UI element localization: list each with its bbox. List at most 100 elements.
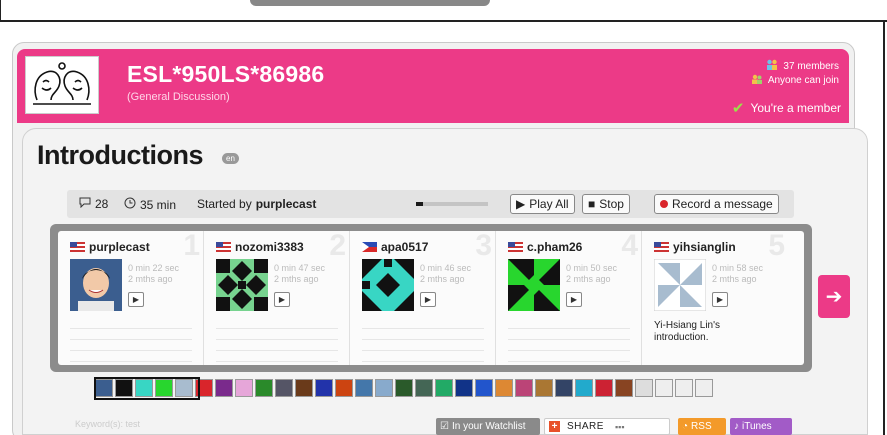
record-message-button[interactable]: Record a message xyxy=(654,194,779,214)
members-count: 37 members xyxy=(783,60,839,72)
play-all-button[interactable]: ▶ Play All xyxy=(510,194,575,214)
message-thumbnail[interactable] xyxy=(575,379,593,397)
us-flag-icon xyxy=(508,242,523,252)
arrow-right-icon: ➔ xyxy=(825,286,843,308)
rss-label: RSS xyxy=(691,421,712,432)
message-thumbnail[interactable] xyxy=(335,379,353,397)
message-thumbnail[interactable] xyxy=(475,379,493,397)
pattern-avatar[interactable] xyxy=(508,259,560,311)
message-thumbnail[interactable] xyxy=(275,379,293,397)
card-duration: 0 min 50 sec xyxy=(566,263,618,273)
message-thumbnail[interactable] xyxy=(295,379,313,397)
share-plus-icon: + xyxy=(549,421,560,432)
card-lines xyxy=(508,318,630,362)
card-meta: 0 min 22 sec 2 mths ago xyxy=(128,263,179,285)
window-left-border xyxy=(0,0,1,22)
card-username: c.pham26 xyxy=(527,240,583,254)
message-thumbnail[interactable] xyxy=(535,379,553,397)
language-badge: en xyxy=(222,153,239,164)
visible-range-selector[interactable] xyxy=(94,377,200,400)
clock-icon xyxy=(124,197,136,212)
card-user[interactable]: yihsianglin xyxy=(654,240,736,254)
card-lines xyxy=(70,318,192,362)
speech-bubble-icon xyxy=(79,197,91,211)
message-thumbnail[interactable] xyxy=(215,379,233,397)
message-thumbnail[interactable] xyxy=(255,379,273,397)
card-user[interactable]: purplecast xyxy=(70,240,150,254)
stop-button[interactable]: ■ Stop xyxy=(582,194,630,214)
message-thumbnail[interactable] xyxy=(595,379,613,397)
us-flag-icon xyxy=(654,242,669,252)
card-meta: 0 min 58 sec 2 mths ago xyxy=(712,263,763,285)
message-card[interactable]: 1 purplecast 0 min 22 sec 2 mths ago ▶ xyxy=(58,229,204,365)
message-thumbnail[interactable] xyxy=(495,379,513,397)
started-by-user[interactable]: purplecast xyxy=(256,197,317,211)
keywords-text: Keyword(s): test xyxy=(75,419,141,429)
us-flag-icon xyxy=(216,242,231,252)
card-username: apa0517 xyxy=(381,240,429,254)
message-thumbnail[interactable] xyxy=(355,379,373,397)
window-right-border xyxy=(883,20,885,435)
pattern-avatar[interactable] xyxy=(216,259,268,311)
card-username: yihsianglin xyxy=(673,240,736,254)
card-age: 2 mths ago xyxy=(566,274,611,284)
play-all-label: Play All xyxy=(529,197,569,211)
card-play-button[interactable]: ▶ xyxy=(712,292,728,307)
message-count: 28 xyxy=(79,197,108,211)
page-title: Introductions xyxy=(37,140,203,170)
message-thumbnail[interactable] xyxy=(395,379,413,397)
message-thumbnail[interactable] xyxy=(455,379,473,397)
card-user[interactable]: nozomi3383 xyxy=(216,240,304,254)
stop-label: Stop xyxy=(599,197,624,211)
pattern-avatar[interactable] xyxy=(362,259,414,311)
message-thumbnail[interactable] xyxy=(315,379,333,397)
group-avatar-icon xyxy=(33,62,91,105)
next-page-arrow[interactable]: ➔ xyxy=(818,275,850,318)
card-play-button[interactable]: ▶ xyxy=(420,292,436,307)
card-age: 2 mths ago xyxy=(712,274,757,284)
checkmark-icon: ✔ xyxy=(731,100,745,117)
members-info[interactable]: 37 members xyxy=(766,59,839,73)
card-age: 2 mths ago xyxy=(274,274,319,284)
message-thumbnail[interactable] xyxy=(615,379,633,397)
message-thumbnail[interactable] xyxy=(555,379,573,397)
message-card[interactable]: 2 nozomi3383 0 min 47 sec 2 mths ago ▶ xyxy=(204,229,350,365)
message-thumbnail xyxy=(675,379,693,397)
card-duration: 0 min 58 sec xyxy=(712,263,764,273)
group-avatar[interactable] xyxy=(25,56,99,114)
playback-progress[interactable] xyxy=(416,202,488,206)
card-user[interactable]: apa0517 xyxy=(362,240,428,254)
message-thumbnail[interactable] xyxy=(375,379,393,397)
card-play-button[interactable]: ▶ xyxy=(274,292,290,307)
share-button[interactable]: + SHARE ▪▪▪ xyxy=(544,418,670,435)
watchlist-button[interactable]: ☑ In your Watchlist xyxy=(436,418,540,435)
itunes-button[interactable]: ♪ iTunes xyxy=(730,418,792,435)
message-thumbnail[interactable] xyxy=(515,379,533,397)
card-play-button[interactable]: ▶ xyxy=(566,292,582,307)
message-thumbnail[interactable] xyxy=(435,379,453,397)
card-lines xyxy=(216,318,338,362)
rss-button[interactable]: ◔ RSS xyxy=(678,418,726,435)
us-flag-icon xyxy=(70,242,85,252)
card-caption: Yi-Hsiang Lin's introduction. xyxy=(654,320,721,343)
message-card[interactable]: 3 apa0517 0 min 46 sec 2 mths ago ▶ xyxy=(350,229,496,365)
card-duration: 0 min 47 sec xyxy=(274,263,326,273)
message-card[interactable]: 5 yihsianglin 0 min 58 sec 2 mths ago ▶ … xyxy=(642,229,788,365)
membership-label: You're a member xyxy=(750,101,841,115)
message-cards: 1 purplecast 0 min 22 sec 2 mths ago ▶ 2 xyxy=(58,229,804,365)
members-icon xyxy=(766,59,778,73)
social-icons: ▪▪▪ xyxy=(614,421,625,432)
card-user[interactable]: c.pham26 xyxy=(508,240,582,254)
pattern-avatar[interactable] xyxy=(654,259,706,311)
message-thumbnail[interactable] xyxy=(235,379,253,397)
message-card[interactable]: 4 c.pham26 0 min 50 sec 2 mths ago ▶ xyxy=(496,229,642,365)
user-photo[interactable] xyxy=(70,259,122,311)
message-thumbnail[interactable] xyxy=(635,379,653,397)
card-number: 1 xyxy=(183,229,200,262)
card-play-button[interactable]: ▶ xyxy=(128,292,144,307)
membership-status: ✔ You're a member xyxy=(732,99,841,117)
join-info: Anyone can join xyxy=(751,74,839,87)
message-thumbnail[interactable] xyxy=(415,379,433,397)
card-meta: 0 min 50 sec 2 mths ago xyxy=(566,263,617,285)
itunes-icon: ♪ xyxy=(734,421,739,432)
